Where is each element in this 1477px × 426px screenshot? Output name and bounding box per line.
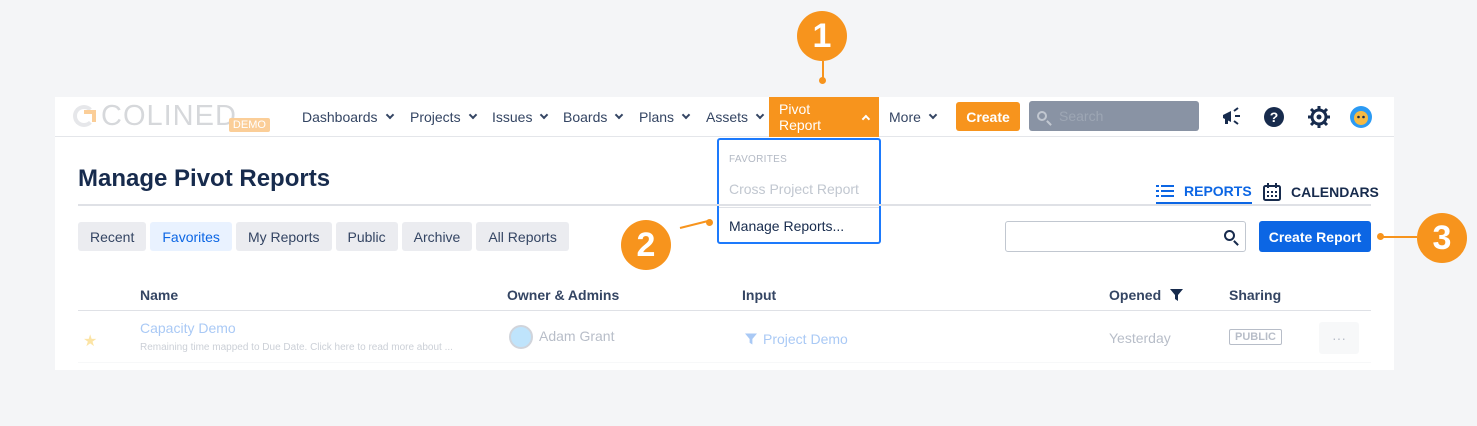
dropdown-divider — [719, 207, 879, 208]
owner-avatar — [509, 325, 533, 349]
report-opened: Yesterday — [1109, 330, 1171, 346]
list-icon — [1156, 184, 1174, 197]
filter-tab-my-reports[interactable]: My Reports — [235, 222, 332, 251]
search-icon — [1037, 111, 1047, 121]
tab-calendars[interactable]: CALENDARS — [1263, 179, 1379, 205]
column-header-name[interactable]: Name — [140, 287, 178, 303]
nav-pivot-report-label: Pivot Report — [779, 101, 822, 133]
filter-icon[interactable] — [1170, 289, 1184, 301]
help-icon[interactable]: ? — [1262, 105, 1286, 129]
nav-assets[interactable]: Assets — [706, 97, 765, 137]
table-row[interactable]: ★ Capacity Demo Remaining time mapped to… — [78, 311, 1371, 363]
chevron-up-icon — [861, 114, 871, 123]
nav-pivot-report[interactable]: Pivot Report — [769, 97, 879, 137]
callout-3-line — [1383, 236, 1417, 238]
colined-logo[interactable]: COLINED DEMO — [73, 100, 270, 132]
report-description: Remaining time mapped to Due Date. Click… — [140, 342, 453, 353]
chevron-down-icon — [468, 110, 477, 120]
callout-3-dot — [1377, 233, 1384, 240]
column-header-opened-label: Opened — [1109, 287, 1162, 303]
logo-text: COLINED — [101, 99, 237, 132]
header-divider — [78, 204, 1371, 206]
report-filter-tabs: Recent Favorites My Reports Public Archi… — [78, 222, 569, 251]
chevron-down-icon — [540, 110, 549, 120]
announcement-icon[interactable] — [1220, 105, 1244, 129]
nav-plans[interactable]: Plans — [639, 97, 691, 137]
column-header-opened[interactable]: Opened — [1109, 287, 1184, 303]
nav-boards-label: Boards — [563, 109, 608, 125]
nav-assets-label: Assets — [706, 109, 749, 125]
star-icon[interactable]: ★ — [83, 331, 97, 351]
search-icon — [1224, 230, 1235, 241]
page-title: Manage Pivot Reports — [78, 165, 331, 192]
more-actions-button[interactable]: ··· — [1319, 322, 1359, 354]
logo-demo-badge: DEMO — [228, 118, 270, 132]
top-navigation: COLINED DEMO Dashboards Projects Issues … — [55, 97, 1394, 137]
filter-tab-favorites[interactable]: Favorites — [150, 222, 232, 251]
gear-icon[interactable] — [1307, 105, 1331, 129]
report-input[interactable]: Project Demo — [745, 331, 848, 347]
column-header-input[interactable]: Input — [742, 287, 776, 303]
nav-projects-label: Projects — [410, 109, 461, 125]
nav-issues[interactable]: Issues — [492, 97, 549, 137]
report-search-input[interactable] — [1005, 221, 1246, 252]
dropdown-favorites-heading: FAVORITES — [729, 154, 788, 165]
callout-2: 2 — [621, 220, 671, 270]
calendar-icon — [1263, 183, 1281, 201]
create-button[interactable]: Create — [956, 102, 1020, 131]
chevron-down-icon — [385, 110, 394, 120]
svg-text:?: ? — [1270, 109, 1279, 125]
sharing-badge: PUBLIC — [1229, 329, 1282, 345]
nav-issues-label: Issues — [492, 109, 533, 125]
callout-2-dot — [706, 219, 713, 226]
chevron-down-icon — [681, 110, 691, 120]
tab-calendars-label: CALENDARS — [1291, 184, 1379, 200]
filter-tab-all-reports[interactable]: All Reports — [476, 222, 569, 251]
global-search-placeholder: Search — [1059, 108, 1104, 124]
chevron-down-icon — [928, 110, 938, 120]
tab-reports[interactable]: REPORTS — [1156, 179, 1252, 205]
column-header-sharing[interactable]: Sharing — [1229, 287, 1281, 303]
nav-projects[interactable]: Projects — [410, 97, 477, 137]
pivot-report-dropdown: FAVORITES Cross Project Report Manage Re… — [717, 138, 881, 244]
owner-name: Adam Grant — [539, 328, 615, 344]
nav-more-label: More — [889, 109, 921, 125]
filter-tab-public[interactable]: Public — [335, 222, 398, 251]
callout-3: 3 — [1417, 213, 1467, 263]
app-frame: COLINED DEMO Dashboards Projects Issues … — [55, 97, 1394, 370]
callout-1-dot — [819, 77, 826, 84]
report-input-label: Project Demo — [763, 331, 848, 347]
dropdown-item-manage-reports[interactable]: Manage Reports... — [729, 218, 844, 234]
nav-plans-label: Plans — [639, 109, 675, 125]
nav-more[interactable]: More — [889, 97, 938, 137]
report-name-link[interactable]: Capacity Demo — [140, 320, 236, 336]
create-report-button[interactable]: Create Report — [1259, 221, 1371, 252]
global-search-input[interactable]: Search — [1029, 101, 1199, 131]
user-avatar[interactable] — [1349, 105, 1373, 129]
callout-1: 1 — [797, 11, 847, 61]
chevron-down-icon — [755, 110, 765, 120]
nav-dashboards-label: Dashboards — [302, 109, 378, 125]
nav-boards[interactable]: Boards — [563, 97, 624, 137]
nav-dashboards[interactable]: Dashboards — [302, 97, 394, 137]
filter-tab-recent[interactable]: Recent — [78, 222, 147, 251]
chevron-down-icon — [615, 110, 624, 120]
tab-reports-label: REPORTS — [1184, 182, 1252, 199]
filter-tab-archive[interactable]: Archive — [401, 222, 473, 251]
dropdown-item-cross-project-report[interactable]: Cross Project Report — [729, 181, 859, 197]
filter-icon — [745, 333, 757, 345]
logo-mark-icon — [73, 105, 95, 127]
column-header-owner[interactable]: Owner & Admins — [507, 287, 619, 303]
